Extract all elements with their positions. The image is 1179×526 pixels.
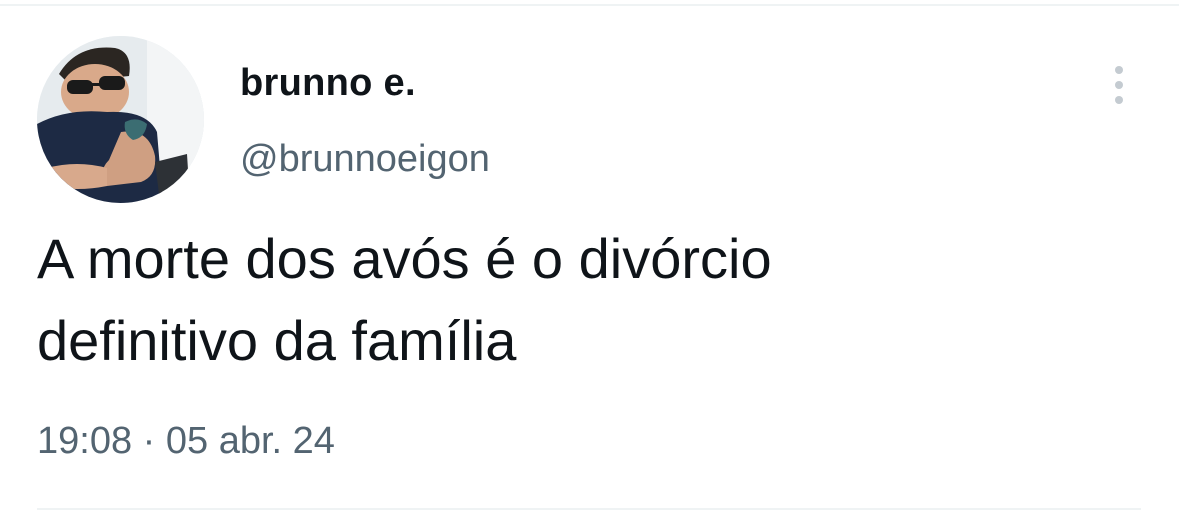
tweet-card: brunno e. @brunnoeigon A morte dos avós …: [0, 0, 1179, 526]
avatar[interactable]: [37, 36, 204, 203]
tweet-text: A morte dos avós é o divórcio definitivo…: [37, 227, 772, 372]
user-handle[interactable]: @brunnoeigon: [240, 138, 490, 181]
display-name[interactable]: brunno e.: [240, 62, 416, 105]
tweet-timestamp[interactable]: 19:08 · 05 abr. 24: [37, 420, 335, 463]
more-options-button[interactable]: [1104, 62, 1134, 108]
bottom-divider: [37, 508, 1141, 510]
top-divider: [0, 4, 1179, 6]
avatar-photo: [37, 36, 204, 203]
